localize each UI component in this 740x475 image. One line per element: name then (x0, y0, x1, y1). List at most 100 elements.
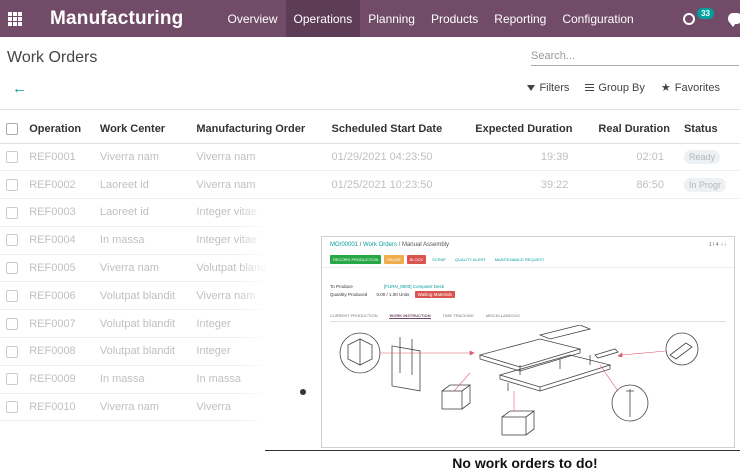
menu-configuration[interactable]: Configuration (554, 0, 641, 37)
apps-menu-icon[interactable] (8, 11, 22, 26)
filters-button[interactable]: Filters (527, 81, 569, 94)
row-checkbox[interactable] (6, 345, 18, 358)
column-header-work-center[interactable]: Work Center (99, 115, 197, 144)
group-by-button[interactable]: Group By (585, 81, 645, 94)
favorites-label: Favorites (674, 81, 720, 94)
status-badge: In Progr (683, 177, 726, 192)
bullet-icon (300, 389, 306, 395)
illustration-maintenance-button: MAINTENANCE REQUEST (494, 257, 545, 262)
illustration-tab-time-tracking: TIME TRACKING (442, 313, 474, 318)
cell-manufacturing-order: Viverra nam (196, 170, 332, 200)
cell-real-duration: 86:50 (598, 170, 684, 200)
table-row[interactable]: REF0001 Viverra nam Viverra nam 01/29/20… (0, 143, 740, 172)
table-row[interactable]: REF0002 Laoreet id Viverra nam 01/25/202… (0, 170, 740, 200)
helper-illustration: MO/00001 / Work Orders / Manual Assembly… (321, 236, 735, 448)
illustration-pause-button: PAUSE (384, 255, 404, 264)
cell-work-center: Viverra nam (99, 393, 197, 422)
illustration-tabs: CURRENT PRODUCTION WORK INSTRUCTION TIME… (330, 313, 726, 322)
illustration-breadcrumb-wo: Work Orders (363, 242, 397, 248)
menu-overview[interactable]: Overview (220, 0, 286, 37)
illustration-to-produce-label: To Produce (330, 284, 353, 289)
select-all-checkbox[interactable] (6, 122, 18, 135)
filter-icon (527, 84, 536, 91)
cell-operation: REF0007 (29, 309, 100, 339)
row-checkbox[interactable] (6, 262, 18, 275)
illustration-record-production-button: RECORD PRODUCTION (330, 255, 382, 264)
illustration-quantity-value: 0.00 / 1.00 Units (376, 292, 410, 297)
illustration-to-produce-value: [FURN_8900] Computer Desk (384, 284, 445, 289)
systray: 33 (683, 0, 740, 37)
illustration-breadcrumb: MO/00001 / Work Orders / Manual Assembly (330, 242, 449, 248)
illustration-breadcrumb-current: Manual Assembly (401, 242, 449, 248)
menu-reporting[interactable]: Reporting (486, 0, 554, 37)
row-checkbox[interactable] (6, 206, 18, 219)
back-arrow-icon[interactable]: ← (12, 80, 27, 97)
cell-work-center: In massa (99, 226, 197, 255)
cell-status: Ready (683, 143, 740, 172)
cell-work-center: Viverra nam (99, 143, 197, 172)
illustration-to-produce: To Produce [FURN_8900] Computer Desk (330, 284, 444, 289)
activity-clock-icon[interactable] (683, 12, 696, 25)
illustration-quality-alert-button: QUALITY ALERT (454, 257, 486, 262)
row-checkbox[interactable] (6, 150, 18, 163)
filters-label: Filters (539, 81, 570, 94)
illustration-quantity-label: Quantity Produced (330, 292, 368, 297)
cell-expected-duration: 39:22 (475, 170, 599, 200)
menu-operations[interactable]: Operations (285, 0, 361, 37)
illustration-pager: 1 / 4 ‹ › (708, 242, 726, 248)
cell-operation: REF0004 (29, 226, 100, 255)
select-all-cell (0, 115, 30, 144)
row-checkbox[interactable] (6, 234, 18, 247)
cell-work-center: Volutpat blandit (99, 337, 197, 366)
status-badge: Ready (683, 149, 720, 164)
row-checkbox[interactable] (6, 401, 18, 414)
row-select-cell (0, 226, 30, 255)
chat-icon[interactable] (728, 13, 740, 27)
column-header-expected-duration[interactable]: Expected Duration (475, 115, 599, 144)
cell-expected-duration: 19:39 (475, 143, 599, 172)
column-header-real-duration[interactable]: Real Duration (598, 115, 684, 144)
favorites-button[interactable]: ★ Favorites (660, 81, 720, 95)
column-header-scheduled-start[interactable]: Scheduled Start Date (331, 115, 476, 144)
table-header-row: Operation Work Center Manufacturing Orde… (0, 115, 740, 144)
main-menu: Overview Operations Planning Products Re… (220, 0, 642, 37)
helper-divider (265, 450, 740, 451)
column-header-manufacturing-order[interactable]: Manufacturing Order (196, 115, 332, 144)
cell-work-center: Volutpat blandit (99, 281, 197, 311)
row-select-cell (0, 254, 30, 283)
illustration-pager-value: 1 / 4 (708, 242, 719, 248)
row-checkbox[interactable] (6, 289, 18, 302)
cell-operation: REF0001 (29, 143, 100, 172)
row-checkbox[interactable] (6, 317, 18, 330)
row-select-cell (0, 170, 30, 200)
illustration-tab-miscellaneous: MISCELLANEOUS (485, 313, 520, 318)
cell-real-duration: 02:01 (598, 143, 684, 172)
app-title[interactable]: Manufacturing (50, 8, 184, 30)
row-select-cell (0, 309, 30, 339)
search-input[interactable] (531, 46, 739, 66)
illustration-tab-work-instruction: WORK INSTRUCTION (389, 313, 431, 319)
row-checkbox[interactable] (6, 373, 18, 386)
row-select-cell (0, 393, 30, 422)
column-header-operation[interactable]: Operation (29, 115, 100, 144)
menu-planning[interactable]: Planning (360, 0, 423, 37)
helper-fade (237, 203, 267, 433)
cell-work-center: Volutpat blandit (99, 309, 197, 339)
illustration-tab-current-production: CURRENT PRODUCTION (330, 313, 378, 318)
helper-title: No work orders to do! (452, 455, 598, 471)
cell-operation: REF0008 (29, 337, 100, 366)
cell-work-center: In massa (99, 365, 197, 394)
column-header-status[interactable]: Status (683, 115, 740, 144)
assembly-instruction-drawing (339, 325, 699, 436)
row-select-cell (0, 198, 30, 227)
cell-operation: REF0006 (29, 281, 100, 311)
menu-products[interactable]: Products (423, 0, 486, 37)
illustration-scrap-button: SCRAP (432, 257, 446, 262)
cell-work-center: Laoreet id (99, 170, 197, 200)
cell-operation: REF0010 (29, 393, 100, 422)
row-checkbox[interactable] (6, 178, 18, 191)
top-navbar: Manufacturing Overview Operations Planni… (0, 0, 740, 37)
illustration-buttons: RECORD PRODUCTION PAUSE BLOCK SCRAP QUAL… (330, 255, 547, 264)
star-icon: ★ (660, 82, 671, 94)
illustration-quantity: Quantity Produced 0.00 / 1.00 Units Wait… (330, 291, 455, 298)
